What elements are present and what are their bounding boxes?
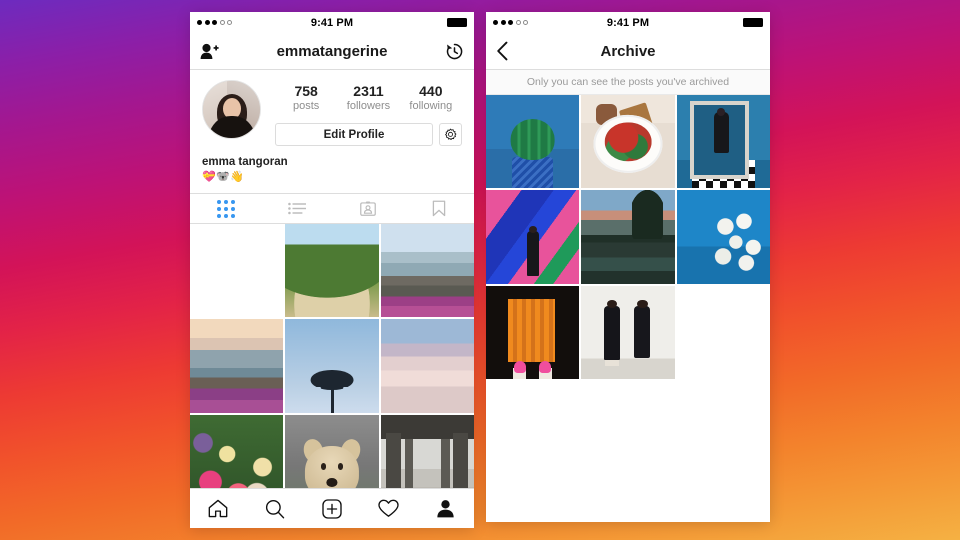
stat-followers-label: followers [346, 100, 391, 112]
photo-cell[interactable] [285, 319, 379, 413]
photo-cell[interactable] [190, 224, 284, 318]
profile-display-name: emma tangoran [202, 156, 288, 168]
photo-thumbnail [380, 224, 474, 318]
profile-icon [437, 500, 454, 518]
status-bar-right: 9:41 PM [486, 12, 770, 33]
photo-cell-empty [676, 285, 770, 380]
photo-cell[interactable] [380, 224, 474, 318]
photo-thumbnail [486, 190, 580, 284]
add-post-icon [322, 498, 342, 519]
heart-icon [378, 499, 399, 517]
stat-posts-label: posts [293, 100, 320, 112]
profile-actions: Edit Profile [275, 123, 462, 146]
photo-cell[interactable] [190, 319, 284, 413]
profile-navbar: emmatangerine [190, 33, 474, 70]
tabbar-home[interactable] [190, 499, 247, 518]
stat-followers[interactable]: 2311 followers [337, 83, 399, 113]
photo-cell[interactable] [581, 285, 675, 380]
stat-followers-value: 2311 [353, 83, 384, 99]
archive-photo-grid [486, 95, 770, 380]
gear-icon [445, 128, 457, 140]
profile-tab-strip [190, 193, 474, 224]
bottom-tab-bar [190, 488, 474, 528]
photo-cell[interactable] [676, 95, 770, 189]
search-icon [266, 499, 285, 518]
edit-profile-button[interactable]: Edit Profile [275, 123, 433, 146]
status-bar-left: 9:41 PM [190, 12, 474, 33]
photo-thumbnail [285, 224, 379, 318]
profile-stats-area: 758 posts 2311 followers 440 following E… [261, 80, 462, 146]
tab-tagged[interactable] [332, 194, 403, 223]
home-icon [209, 499, 228, 518]
tab-grid[interactable] [190, 194, 261, 223]
photo-thumbnail [676, 95, 770, 189]
tagged-person-icon [359, 201, 376, 216]
stat-posts-value: 758 [294, 83, 318, 99]
photo-cell[interactable] [285, 224, 379, 318]
profile-header: 758 posts 2311 followers 440 following E… [190, 70, 474, 146]
archive-history-icon[interactable] [445, 42, 464, 61]
profile-photo-grid [190, 224, 474, 509]
photo-cell[interactable] [486, 190, 580, 284]
stat-following-label: following [409, 100, 453, 112]
tab-saved[interactable] [403, 194, 474, 223]
add-person-icon[interactable] [200, 43, 219, 60]
photo-thumbnail [380, 319, 474, 413]
phone-archive-screen: 9:41 PM Archive Only you can see the pos… [486, 12, 770, 522]
tabbar-profile[interactable] [417, 499, 474, 518]
archive-hint-text: Only you can see the posts you've archiv… [486, 70, 770, 95]
tabbar-add[interactable] [304, 498, 361, 519]
phone-profile-screen: 9:41 PM emmatangerine 758 posts 2311 fol… [190, 12, 474, 528]
photo-cell[interactable] [581, 95, 675, 189]
photo-cell[interactable] [486, 285, 580, 380]
photo-thumbnail [190, 319, 284, 413]
profile-stats: 758 posts 2311 followers 440 following [275, 80, 462, 113]
status-bar-time: 9:41 PM [310, 16, 354, 29]
photo-thumbnail [581, 285, 675, 380]
tabbar-activity[interactable] [360, 499, 417, 518]
stat-following-value: 440 [419, 83, 443, 99]
settings-button[interactable] [439, 123, 462, 146]
photo-thumbnail [486, 95, 580, 189]
photo-cell[interactable] [676, 190, 770, 284]
grid-icon [216, 199, 235, 218]
tabbar-search[interactable] [247, 499, 304, 519]
list-icon [287, 202, 306, 215]
page-title: Archive [600, 42, 656, 60]
photo-thumbnail [190, 224, 283, 317]
page-title: emmatangerine [276, 42, 388, 60]
photo-thumbnail [581, 95, 675, 189]
photo-thumbnail [486, 285, 580, 380]
back-button[interactable] [496, 41, 509, 61]
photo-cell[interactable] [486, 95, 580, 189]
photo-cell[interactable] [581, 190, 675, 284]
archive-navbar: Archive [486, 33, 770, 70]
stat-following[interactable]: 440 following [400, 83, 462, 113]
profile-bio: emma tangoran 💝🐨👋 [190, 146, 474, 193]
tab-list[interactable] [261, 194, 332, 223]
bookmark-icon [432, 200, 445, 217]
photo-thumbnail [285, 319, 379, 413]
stat-posts[interactable]: 758 posts [275, 83, 337, 113]
avatar[interactable] [202, 80, 261, 139]
photo-cell[interactable] [380, 319, 474, 413]
photo-thumbnail [676, 190, 770, 284]
photo-thumbnail [581, 190, 675, 284]
status-bar-time: 9:41 PM [606, 16, 650, 29]
profile-bio-emoji: 💝🐨👋 [202, 171, 245, 183]
back-chevron-icon [497, 41, 508, 61]
